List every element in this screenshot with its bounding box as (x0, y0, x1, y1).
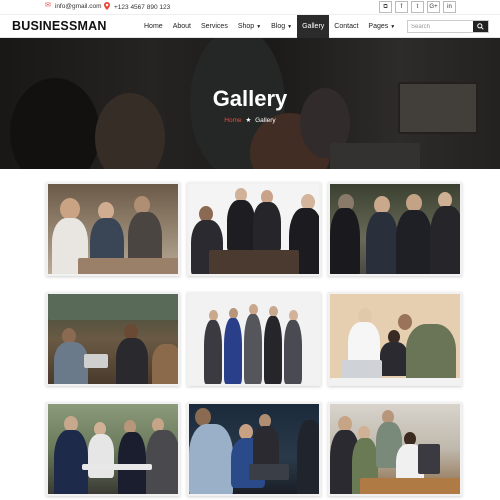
nav-item-about[interactable]: About (168, 15, 196, 38)
gallery-image-6[interactable] (328, 292, 462, 386)
search-icon (477, 23, 484, 30)
gallery-image-5[interactable] (187, 292, 321, 386)
rss-icon[interactable]: ⧉ (379, 1, 392, 13)
twitter-icon[interactable]: t (411, 1, 424, 13)
main-menu: Home About Services Shop ▼ Blog ▼ Gallery … (139, 15, 400, 38)
caret-down-icon: ▼ (390, 24, 396, 30)
nav-item-home[interactable]: Home (139, 15, 168, 38)
nav-label: Services (200, 23, 228, 30)
gallery-image-3[interactable] (328, 182, 462, 276)
envelope-icon: ✉ (45, 2, 51, 9)
nav-label: Pages (368, 23, 389, 30)
page-title: Gallery (212, 86, 288, 111)
top-bar: ✉ info@gmail.com +123 4567 890 123 ⧉ f t… (0, 0, 500, 15)
nav-item-pages[interactable]: Pages ▼ (363, 15, 400, 38)
nav-label: Blog (271, 23, 286, 30)
star-icon: ★ (245, 117, 252, 124)
main-navbar: BUSINESSMAN Home About Services Shop ▼ Bl… (0, 15, 500, 38)
site-logo[interactable]: BUSINESSMAN (12, 19, 107, 33)
nav-label: Contact (334, 23, 359, 30)
gallery-image-2[interactable] (187, 182, 321, 276)
breadcrumb: Home ★ Gallery (0, 116, 500, 124)
nav-item-gallery[interactable]: Gallery (297, 15, 330, 38)
caret-down-icon: ▼ (287, 24, 293, 30)
contact-email[interactable]: ✉ info@gmail.com (45, 2, 102, 10)
search-input[interactable] (408, 21, 474, 32)
google-plus-icon[interactable]: G+ (427, 1, 440, 13)
nav-item-services[interactable]: Services (196, 15, 233, 38)
facebook-icon[interactable]: f (395, 1, 408, 13)
gallery-image-8[interactable] (187, 402, 321, 496)
breadcrumb-home-link[interactable]: Home (224, 117, 241, 124)
caret-down-icon: ▼ (256, 24, 262, 30)
gallery-image-9[interactable] (328, 402, 462, 496)
search-box (407, 20, 489, 33)
email-text: info@gmail.com (54, 2, 102, 10)
nav-label: Gallery (302, 23, 325, 30)
gallery-image-7[interactable] (46, 402, 180, 496)
nav-label: Home (144, 23, 163, 30)
social-links: ⧉ f t G+ in (379, 1, 456, 13)
gallery-grid (46, 182, 462, 500)
gallery-image-1[interactable] (46, 182, 180, 276)
nav-label: Shop (237, 23, 255, 30)
linkedin-icon[interactable]: in (443, 1, 456, 13)
page-hero-banner: Gallery Home ★ Gallery (0, 38, 500, 169)
contact-phone[interactable]: +123 4567 890 123 (104, 2, 170, 13)
nav-item-blog[interactable]: Blog ▼ (266, 15, 297, 38)
nav-item-shop[interactable]: Shop ▼ (233, 15, 266, 38)
phone-text: +123 4567 890 123 (114, 4, 171, 11)
search-button[interactable] (473, 21, 488, 32)
nav-label: About (172, 23, 191, 30)
breadcrumb-current: Gallery (255, 117, 276, 124)
gallery-image-4[interactable] (46, 292, 180, 386)
map-pin-icon (104, 2, 110, 13)
nav-item-contact[interactable]: Contact (329, 15, 363, 38)
